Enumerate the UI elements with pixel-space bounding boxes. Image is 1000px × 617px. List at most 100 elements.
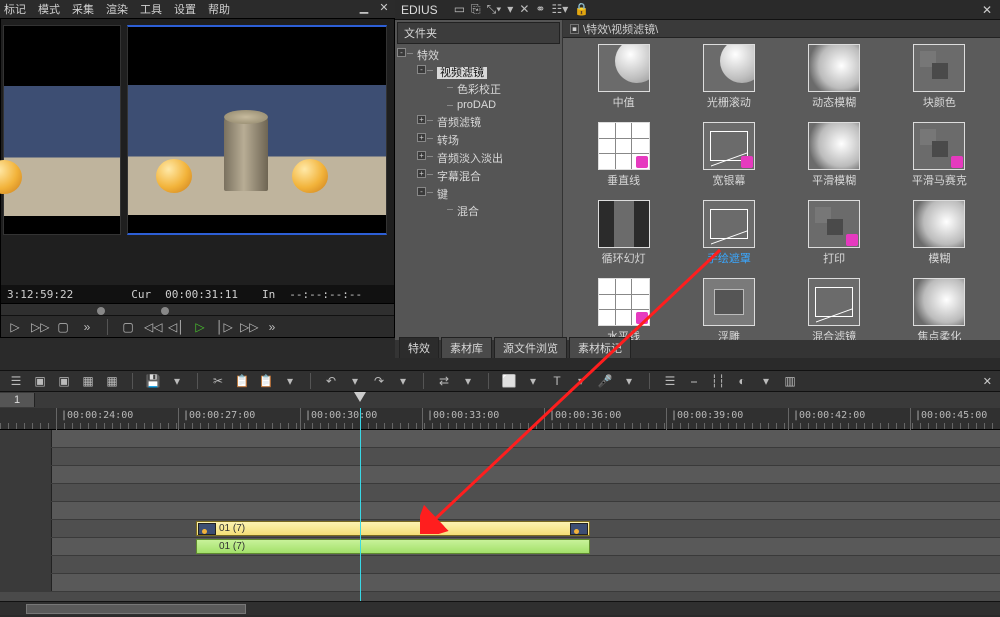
track-header[interactable] [0,520,52,537]
menu-item[interactable]: 标记 [4,1,26,17]
toolbar-button[interactable]: ▣ [56,374,72,388]
tab-markers[interactable]: 素材标记 [569,337,631,358]
effects-tree[interactable]: 文件夹 -特效 -视频滤镜 色彩校正 proDAD +音频滤镜 +转场 +音频淡… [395,20,563,340]
toolbar-button[interactable]: ↶ [323,374,339,388]
toolbar-button[interactable]: ▦ [104,374,120,388]
effect-item[interactable]: Soft焦点柔化 [889,278,990,340]
minimize-button[interactable]: ▁ [357,2,371,14]
expander-icon[interactable]: - [417,65,426,74]
source-monitor[interactable] [3,25,121,235]
tab-effects[interactable]: 特效 [399,337,439,358]
menu-item[interactable]: 工具 [140,1,162,17]
toolbar-button[interactable]: ▾ [169,374,185,388]
effect-item[interactable]: 平滑马赛克 [889,122,990,196]
scrollbar-thumb[interactable] [26,604,246,614]
panel-close-button[interactable]: ✕ [982,3,992,17]
lock-icon[interactable]: 🔒 [574,2,589,17]
more-icon[interactable]: » [264,320,280,334]
tree-item[interactable]: 转场 [437,135,459,147]
effect-item[interactable]: 混合滤镜 [784,278,885,340]
clip[interactable]: 01 (7) [196,521,590,536]
stop-icon[interactable]: ▢ [120,320,136,334]
menu-item[interactable]: 渲染 [106,1,128,17]
tree-item[interactable]: 键 [437,189,448,201]
track-row[interactable] [0,556,1000,574]
rewind-icon[interactable]: ◁◁ [144,320,160,334]
track-row[interactable] [0,502,1000,520]
step-back-icon[interactable]: ◁│ [168,320,184,334]
expander-icon[interactable]: - [417,187,426,196]
folder-icon[interactable]: ▭ [454,2,465,17]
toolbar-button[interactable]: 🎤 [597,374,613,388]
tab-source-browse[interactable]: 源文件浏览 [494,337,567,358]
playhead[interactable] [360,408,361,615]
horizontal-scrollbar[interactable] [0,601,1000,615]
toolbar-button[interactable]: ☰ [662,374,678,388]
track-row[interactable] [0,484,1000,502]
effect-item[interactable]: 手绘遮罩 [678,200,779,274]
toolbar-button[interactable]: ☰ [8,374,24,388]
effect-item[interactable]: 块颜色 [889,44,990,118]
toolbar-button[interactable]: ▾ [282,374,298,388]
time-ruler[interactable]: |00:00:24:00|00:00:27:00|00:00:30:00|00:… [0,408,1000,430]
tree-root[interactable]: 特效 [417,50,439,62]
expander-icon[interactable]: + [417,133,426,142]
layout-icon[interactable]: ⤡▾ [487,2,502,17]
track-row[interactable] [0,574,1000,592]
tree-item-video-filter[interactable]: 视频滤镜 [437,67,487,79]
tree-item[interactable]: 音频滤镜 [437,117,481,129]
toolbar-button[interactable]: ▾ [573,374,589,388]
effect-item[interactable]: 循环幻灯 [573,200,674,274]
tree-item[interactable]: 音频淡入淡出 [437,153,503,165]
effect-item[interactable]: Blur模糊 [889,200,990,274]
expander-icon[interactable]: + [417,151,426,160]
chevron-down-icon[interactable]: ▾ [507,2,513,17]
track-header[interactable] [0,466,52,483]
toolbar-button[interactable]: ↷ [371,374,387,388]
menu-item[interactable]: 设置 [174,1,196,17]
track-header[interactable] [0,538,52,555]
close-button[interactable]: ✕ [377,2,391,14]
track-header[interactable] [0,430,52,447]
toolbar-button[interactable]: ▾ [621,374,637,388]
tree-item[interactable]: proDAD [457,99,496,111]
track-header[interactable] [0,574,52,591]
program-monitor[interactable] [127,25,387,235]
breadcrumb[interactable]: ▣ \特效\视频滤镜\ [563,20,1000,38]
sequence-tab[interactable]: 1 [0,393,35,407]
tree-item[interactable]: 字幕混合 [437,171,481,183]
toolbar-button[interactable]: ▾ [395,374,411,388]
toolbar-button[interactable]: ⎯ [686,374,702,389]
effect-item[interactable]: 宽银幕 [678,122,779,196]
track-row[interactable]: 01 (7) [0,520,1000,538]
stop-icon[interactable]: ▢ [55,320,71,334]
track-header[interactable] [0,556,52,573]
close-icon[interactable]: ✕ [519,2,529,17]
link-icon[interactable]: ⚭ [535,2,545,17]
toolbar-button[interactable]: ⇄ [436,374,452,388]
menu-item[interactable]: 帮助 [208,1,230,17]
view-icon[interactable]: ☷▾ [551,2,568,17]
toolbar-button[interactable]: ◐ [734,374,750,388]
track-row[interactable]: 01 (7) [0,538,1000,556]
effect-item[interactable]: 浮雕 [678,278,779,340]
track-row[interactable] [0,430,1000,448]
play-icon[interactable]: ▷ [7,320,23,334]
ff-icon[interactable]: ▷▷ [240,320,256,334]
more-icon[interactable]: » [79,320,95,334]
toolbar-button[interactable]: ▥ [782,374,798,388]
toolbar-button[interactable]: ┆┆ [710,374,726,388]
toolbar-button[interactable]: ▾ [758,374,774,388]
track-header[interactable] [0,448,52,465]
play-icon[interactable]: ▷ [192,320,208,334]
track-row[interactable] [0,448,1000,466]
expander-icon[interactable]: + [417,115,426,124]
toolbar-button[interactable]: ▾ [525,374,541,388]
toolbar-button[interactable]: ▣ [32,374,48,388]
effect-item[interactable]: 光栅滚动 [678,44,779,118]
panel-close-button[interactable]: ✕ [983,375,992,388]
effect-item[interactable]: 垂直线 [573,122,674,196]
clip[interactable]: 01 (7) [196,539,590,554]
tree-item[interactable]: 混合 [457,206,479,218]
effect-item[interactable]: Hi平滑模糊 [784,122,885,196]
